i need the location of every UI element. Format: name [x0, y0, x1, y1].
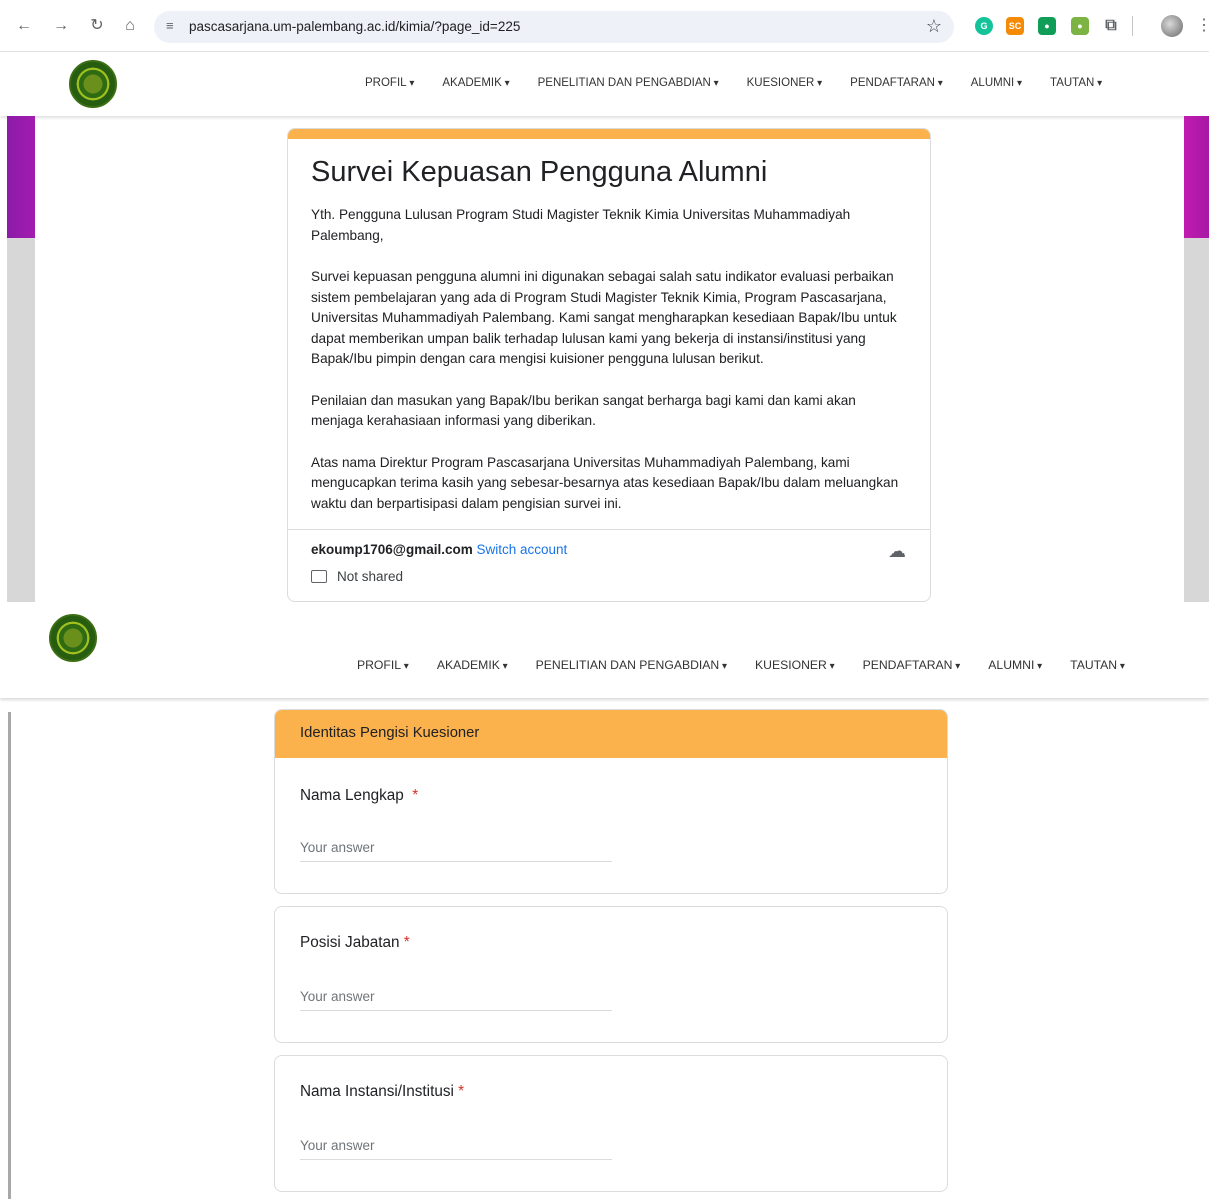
sc-extension-icon[interactable]: SC: [1006, 17, 1024, 35]
menu-akademik[interactable]: AKADEMIK: [442, 77, 509, 89]
not-shared-status: Not shared: [311, 569, 403, 584]
form-accent-strip: [288, 129, 930, 139]
form-header-card: Survei Kepuasan Pengguna Alumni Yth. Pen…: [287, 128, 931, 602]
account-email: ekoump1706@gmail.com: [311, 542, 473, 557]
page-edge-left: [8, 712, 11, 1199]
form-description: Yth. Pengguna Lulusan Program Studi Magi…: [311, 205, 908, 514]
description-paragraph: Atas nama Direktur Program Pascasarjana …: [311, 454, 899, 511]
question-title: Nama Instansi/Institusi *: [300, 1083, 464, 1101]
question-label: Posisi Jabatan: [300, 934, 400, 951]
grammarly-icon[interactable]: G: [975, 17, 993, 35]
required-marker: *: [412, 787, 419, 804]
nama-instansi-input[interactable]: Your answer: [300, 1138, 612, 1160]
description-paragraph: Penilaian dan masukan yang Bapak/Ibu ber…: [311, 392, 856, 429]
switch-account-link[interactable]: Switch account: [477, 542, 568, 557]
university-logo[interactable]: [69, 60, 117, 108]
main-menu-2: PROFIL AKADEMIK PENELITIAN DAN PENGABDIA…: [357, 658, 1153, 672]
menu-pendaftaran[interactable]: PENDAFTARAN: [863, 658, 961, 672]
address-bar[interactable]: ≡ pascasarjana.um-palembang.ac.id/kimia/…: [154, 11, 954, 43]
nama-lengkap-input[interactable]: Your answer: [300, 840, 612, 862]
page-band-right: [1184, 116, 1209, 238]
page-band-left: [7, 116, 35, 238]
form-divider: [288, 529, 930, 530]
menu-profil[interactable]: PROFIL: [357, 658, 409, 672]
form-title: Survei Kepuasan Pengguna Alumni: [311, 156, 768, 188]
reload-icon[interactable]: ↻: [87, 16, 107, 36]
site-header: PROFIL AKADEMIK PENELITIAN DAN PENGABDIA…: [0, 52, 1209, 116]
extensions-puzzle-icon[interactable]: ⧉: [1102, 17, 1120, 35]
description-paragraph: Yth. Pengguna Lulusan Program Studi Magi…: [311, 207, 851, 243]
main-menu: PROFIL AKADEMIK PENELITIAN DAN PENGABDIA…: [365, 77, 1130, 89]
account-info: ekoump1706@gmail.com Switch account: [311, 542, 567, 557]
menu-tautan[interactable]: TAUTAN: [1070, 658, 1125, 672]
menu-kuesioner[interactable]: KUESIONER: [755, 658, 835, 672]
question-title: Posisi Jabatan *: [300, 934, 410, 952]
question-card: Nama Instansi/Institusi * Your answer: [274, 1055, 948, 1192]
bot-extension-icon[interactable]: ●: [1038, 17, 1056, 35]
page-gutter-right: [1184, 238, 1209, 602]
not-shared-label: Not shared: [337, 569, 404, 584]
toolbar-divider: [1132, 16, 1133, 36]
browser-menu-icon[interactable]: ⋮: [1196, 16, 1209, 36]
cloud-save-icon: ☁: [888, 541, 906, 561]
required-marker: *: [403, 934, 410, 951]
menu-alumni[interactable]: ALUMNI: [988, 658, 1042, 672]
menu-alumni[interactable]: ALUMNI: [971, 77, 1022, 89]
page-gutter-left: [7, 238, 35, 602]
section-card: Identitas Pengisi Kuesioner Nama Lengkap…: [274, 709, 948, 894]
menu-kuesioner[interactable]: KUESIONER: [747, 77, 823, 89]
required-marker: *: [458, 1083, 465, 1100]
site-info-icon[interactable]: ≡: [166, 18, 174, 33]
url-text[interactable]: pascasarjana.um-palembang.ac.id/kimia/?p…: [189, 19, 520, 34]
menu-akademik[interactable]: AKADEMIK: [437, 658, 508, 672]
menu-pendaftaran[interactable]: PENDAFTARAN: [850, 77, 943, 89]
menu-tautan[interactable]: TAUTAN: [1050, 77, 1102, 89]
question-card: Posisi Jabatan * Your answer: [274, 906, 948, 1043]
email-not-shared-icon: [311, 570, 327, 583]
posisi-jabatan-input[interactable]: Your answer: [300, 989, 612, 1011]
question-label: Nama Instansi/Institusi: [300, 1083, 454, 1100]
menu-penelitian[interactable]: PENELITIAN DAN PENGABDIAN: [538, 77, 719, 89]
browser-toolbar: ← → ↻ ⌂ ≡ pascasarjana.um-palembang.ac.i…: [0, 0, 1209, 52]
question-title: Nama Lengkap *: [300, 787, 418, 805]
forward-icon[interactable]: →: [51, 16, 71, 36]
green-extension-icon[interactable]: ●: [1071, 17, 1089, 35]
section-title: Identitas Pengisi Kuesioner: [275, 710, 947, 758]
question-label: Nama Lengkap: [300, 787, 404, 804]
profile-avatar[interactable]: [1161, 15, 1183, 37]
menu-profil[interactable]: PROFIL: [365, 77, 414, 89]
menu-penelitian[interactable]: PENELITIAN DAN PENGABDIAN: [536, 658, 727, 672]
site-header-2: PROFIL AKADEMIK PENELITIAN DAN PENGABDIA…: [0, 602, 1209, 698]
university-logo[interactable]: [49, 614, 97, 662]
description-paragraph: Survei kepuasan pengguna alumni ini digu…: [311, 269, 897, 366]
bookmark-star-icon[interactable]: ☆: [926, 16, 942, 37]
back-icon[interactable]: ←: [14, 16, 34, 36]
home-icon[interactable]: ⌂: [120, 16, 140, 36]
